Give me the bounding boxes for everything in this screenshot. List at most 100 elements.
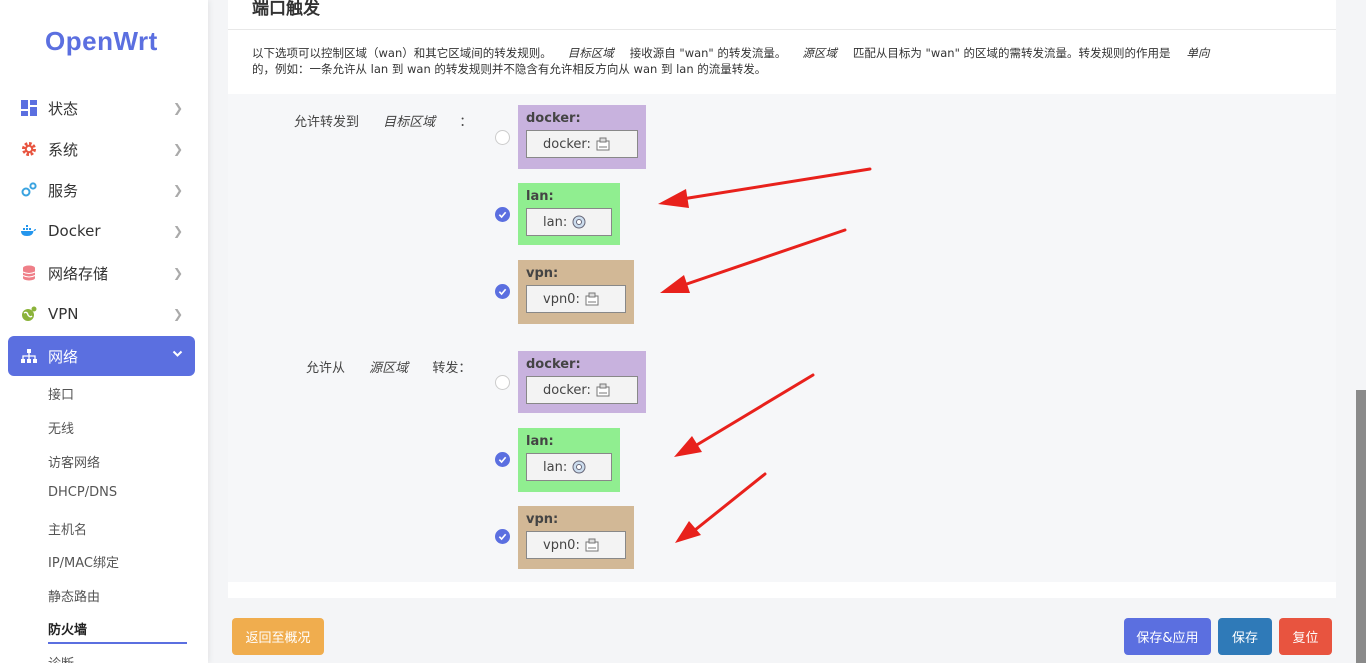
label-text: 转发： xyxy=(432,361,472,376)
ethernet-icon xyxy=(585,292,599,306)
ethernet-icon xyxy=(585,538,599,552)
interface-label: lan: xyxy=(543,214,568,230)
zone-badge-lan: lan: lan: xyxy=(518,183,620,245)
back-to-overview-button[interactable]: 返回至概况 xyxy=(232,618,324,655)
menu-item-docker[interactable]: Docker ❯ xyxy=(8,211,195,251)
bridge-icon xyxy=(572,460,586,474)
chevron-right-icon: ❯ xyxy=(172,183,183,197)
zone-interfaces: vpn0: xyxy=(526,531,626,559)
desc-text: 的，例如：一条允许从 lan 到 wan 的转发规则并不隐含有允许相反方向从 w… xyxy=(252,62,767,76)
forward-from-label: 允许从 源区域 转发： xyxy=(306,357,471,376)
checkbox-forward-to-vpn[interactable] xyxy=(495,284,510,299)
submenu-dhcp-dns[interactable]: DHCP/DNS xyxy=(48,485,117,500)
divider xyxy=(228,29,1336,30)
chevron-right-icon: ❯ xyxy=(172,307,183,321)
submenu-wireless[interactable]: 无线 xyxy=(48,418,74,437)
chevron-right-icon: ❯ xyxy=(172,101,183,115)
zone-badge-vpn: vpn: vpn0: xyxy=(518,506,634,569)
zone-name: vpn: xyxy=(526,512,559,527)
menu-label: VPN xyxy=(48,305,79,323)
zone-badge-docker: docker: docker: xyxy=(518,105,646,169)
save-button[interactable]: 保存 xyxy=(1218,618,1272,655)
zone-settings-panel: 端口触发 以下选项可以控制区域（wan）和其它区域间的转发规则。 目标区域 接收源自… xyxy=(228,0,1336,598)
active-underline xyxy=(48,642,187,644)
label-text: ： xyxy=(459,115,473,130)
sidebar: OpenWrt 状态 ❯ 系统 ❯ 服务 ❯ Docker ❯ 网络存储 ❯ V… xyxy=(0,0,208,663)
menu-label: 状态 xyxy=(48,99,79,118)
checkbox-forward-from-vpn[interactable] xyxy=(495,529,510,544)
dashboard-icon xyxy=(20,100,37,117)
submenu-interfaces[interactable]: 接口 xyxy=(48,384,74,403)
menu-label: 服务 xyxy=(48,181,79,200)
desc-text: 接收源自 "wan" 的转发流量。 xyxy=(629,46,787,60)
menu-item-network[interactable]: 网络 xyxy=(8,336,195,376)
storage-icon xyxy=(20,265,37,282)
zone-name: docker: xyxy=(526,357,581,372)
forward-to-label: 允许转发到 目标区域 ： xyxy=(294,111,472,130)
page-scrollbar[interactable] xyxy=(1356,390,1366,663)
zone-badge-lan: lan: lan: xyxy=(518,428,620,492)
zone-interfaces: docker: xyxy=(526,130,638,158)
interface-label: vpn0: xyxy=(543,291,580,307)
checkbox-forward-from-lan[interactable] xyxy=(495,452,510,467)
submenu-hostnames[interactable]: 主机名 xyxy=(48,519,87,538)
section-description: 以下选项可以控制区域（wan）和其它区域间的转发规则。 目标区域 接收源自 "wan… xyxy=(252,45,1312,77)
zone-interfaces: vpn0: xyxy=(526,285,626,313)
chevron-right-icon: ❯ xyxy=(172,224,183,238)
menu-label: 网络存储 xyxy=(48,264,109,283)
label-emphasis: 源区域 xyxy=(369,361,409,376)
menu-item-nas[interactable]: 网络存储 ❯ xyxy=(8,253,195,293)
zone-interfaces: lan: xyxy=(526,453,612,481)
zone-name: vpn: xyxy=(526,266,559,281)
menu-label: 系统 xyxy=(48,140,79,159)
chevron-right-icon: ❯ xyxy=(172,266,183,280)
desc-text: 以下选项可以控制区域（wan）和其它区域间的转发规则。 xyxy=(252,46,552,60)
interface-label: docker: xyxy=(543,382,591,398)
menu-label: 网络 xyxy=(48,347,79,366)
ethernet-icon xyxy=(596,137,610,151)
zone-name: docker: xyxy=(526,111,581,126)
zone-name: lan: xyxy=(526,189,554,204)
label-text: 允许转发到 xyxy=(294,115,360,130)
chevron-down-icon xyxy=(172,348,183,362)
label-text: 允许从 xyxy=(306,361,346,376)
menu-item-services[interactable]: 服务 ❯ xyxy=(8,170,195,210)
submenu-diagnostics[interactable]: 诊断 xyxy=(48,653,74,663)
gear-icon xyxy=(20,141,37,158)
network-icon xyxy=(20,348,37,365)
reset-button[interactable]: 复位 xyxy=(1279,618,1332,655)
submenu-guest-network[interactable]: 访客网络 xyxy=(48,452,100,471)
vpn-icon xyxy=(20,306,37,323)
zone-interfaces: docker: xyxy=(526,376,638,404)
checkbox-forward-to-docker[interactable] xyxy=(495,130,510,145)
openwrt-logo[interactable]: OpenWrt xyxy=(45,26,158,57)
interface-label: docker: xyxy=(543,136,591,152)
zone-name: lan: xyxy=(526,434,554,449)
zone-badge-vpn: vpn: vpn0: xyxy=(518,260,634,324)
docker-icon xyxy=(20,223,37,240)
zone-badge-docker: docker: docker: xyxy=(518,351,646,413)
submenu-ip-mac-binding[interactable]: IP/MAC绑定 xyxy=(48,552,119,571)
desc-emphasis: 源区域 xyxy=(802,46,837,60)
submenu-firewall[interactable]: 防火墙 xyxy=(48,619,87,638)
checkbox-forward-to-lan[interactable] xyxy=(495,207,510,222)
save-apply-button[interactable]: 保存&应用 xyxy=(1124,618,1211,655)
zone-interfaces: lan: xyxy=(526,208,612,236)
label-emphasis: 目标区域 xyxy=(383,115,436,130)
section-title: 端口触发 xyxy=(252,0,320,19)
menu-item-vpn[interactable]: VPN ❯ xyxy=(8,294,195,334)
desc-text: 匹配从目标为 "wan" 的区域的需转发流量。转发规则的作用是 xyxy=(852,46,1171,60)
chevron-right-icon: ❯ xyxy=(172,142,183,156)
checkbox-forward-from-docker[interactable] xyxy=(495,375,510,390)
interface-label: lan: xyxy=(543,459,568,475)
submenu-static-routes[interactable]: 静态路由 xyxy=(48,586,100,605)
form-body xyxy=(228,94,1336,582)
menu-item-system[interactable]: 系统 ❯ xyxy=(8,129,195,169)
desc-emphasis: 单向 xyxy=(1186,46,1210,60)
menu-item-status[interactable]: 状态 ❯ xyxy=(8,88,195,128)
ethernet-icon xyxy=(596,383,610,397)
menu-label: Docker xyxy=(48,222,101,240)
interface-label: vpn0: xyxy=(543,537,580,553)
desc-emphasis: 目标区域 xyxy=(567,46,614,60)
services-icon xyxy=(20,182,37,199)
